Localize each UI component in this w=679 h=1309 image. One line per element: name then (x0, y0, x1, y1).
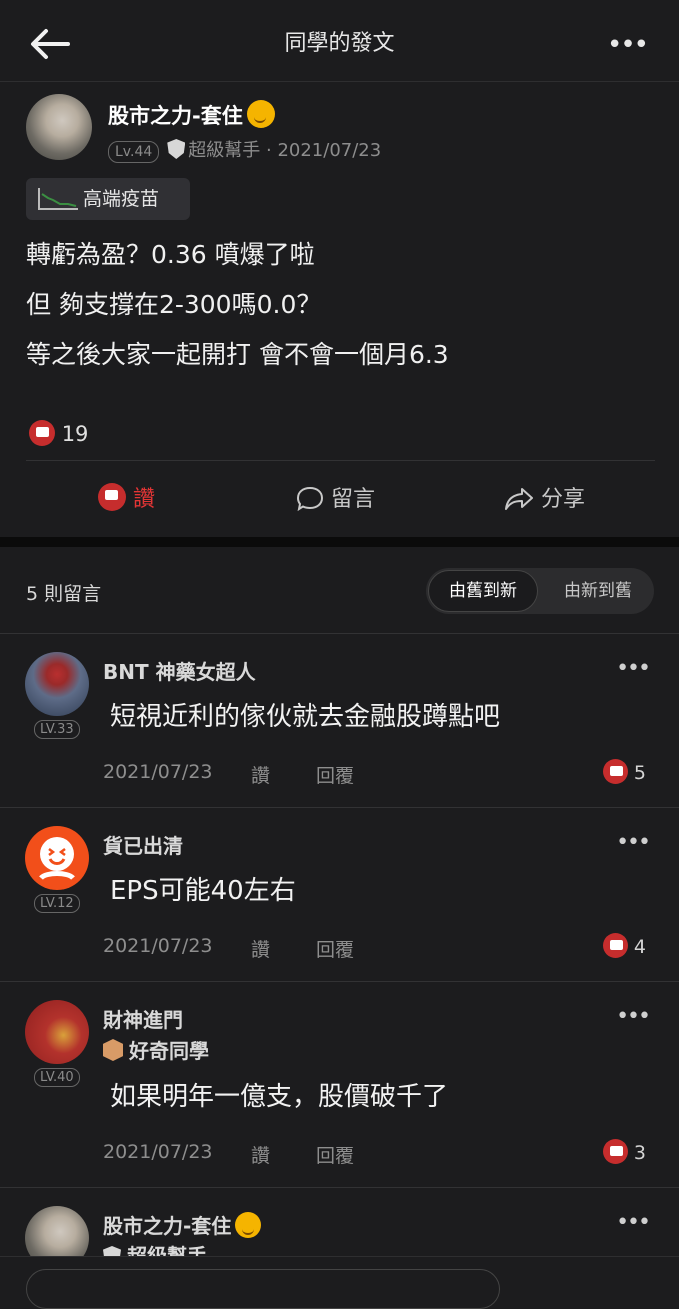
thumbs-up-icon (98, 483, 126, 511)
comment-like-count[interactable]: 5 (602, 759, 646, 784)
thumbs-up-icon (602, 759, 628, 784)
comment-date: 2021/07/23 (103, 1141, 213, 1163)
level-badge: Lv.44 (108, 141, 160, 163)
comment-input[interactable] (26, 1269, 500, 1309)
comment-more-icon[interactable]: ••• (616, 1004, 651, 1029)
post-author[interactable]: 股市之力-套住 (108, 100, 275, 130)
more-options-icon[interactable]: ••• (607, 30, 649, 60)
comment-date: 2021/07/23 (103, 935, 213, 957)
like-count[interactable]: 19 (29, 420, 88, 446)
comment-reply-button[interactable]: 回覆 (316, 761, 354, 788)
comment-button[interactable]: 留言 (296, 462, 375, 537)
commenter-badge: 超級幫手 (103, 1240, 207, 1256)
sort-newest-button[interactable]: 由新到舊 (548, 568, 648, 614)
comment-text: 如果明年一億支，股價破千了 (110, 1082, 449, 1112)
comment-like-button[interactable]: 讚 (251, 1141, 270, 1168)
comment-more-icon[interactable]: ••• (616, 830, 651, 855)
bottom-bar (0, 1256, 679, 1309)
author-avatar[interactable] (26, 94, 92, 160)
role-badge: 超級幫手 (188, 140, 261, 161)
sort-oldest-button[interactable]: 由舊到新 (428, 570, 538, 612)
share-button[interactable]: 分享 (504, 462, 585, 537)
section-separator (0, 537, 679, 547)
wink-emoji-icon (235, 1212, 262, 1238)
top-bar: 同學的發文 ••• (0, 0, 679, 82)
commenter-avatar[interactable] (25, 826, 89, 890)
commenter-name[interactable]: 貨已出清 (103, 830, 183, 859)
thumbs-up-icon (602, 1139, 628, 1164)
comment-date: 2021/07/23 (103, 761, 213, 783)
page-title: 同學的發文 (284, 31, 395, 56)
commenter-name[interactable]: 財神進門 (103, 1004, 183, 1033)
comment-more-icon[interactable]: ••• (616, 656, 651, 681)
comment-text: 短視近利的傢伙就去金融股蹲點吧 (110, 702, 501, 732)
post-line: 轉虧為盈？0.36 噴爆了啦 (26, 240, 315, 269)
hexagon-badge-icon (103, 1039, 123, 1061)
like-button[interactable]: 讚 (98, 462, 155, 537)
comment-more-icon[interactable]: ••• (616, 1210, 651, 1235)
smiley-face-icon (39, 837, 75, 880)
commenter-avatar[interactable] (25, 1206, 89, 1256)
comments-header: 5 則留言 由舊到新 由新到舊 (0, 547, 679, 634)
commenter-avatar[interactable] (25, 1000, 89, 1064)
comment-count: 5 則留言 (26, 583, 102, 605)
comment-reply-button[interactable]: 回覆 (316, 1141, 354, 1168)
post-date: · 2021/07/23 (266, 140, 382, 161)
divider (26, 460, 655, 461)
post-meta: Lv.44 超級幫手 · 2021/07/23 (108, 136, 381, 163)
comment-icon (296, 486, 324, 512)
post-actions: 讚 留言 分享 (0, 462, 679, 537)
post-line: 但 夠支撐在2-300嗎0.0？ (26, 290, 322, 319)
comment-like-button[interactable]: 讚 (251, 761, 270, 788)
comment-like-button[interactable]: 讚 (251, 935, 270, 962)
post: 股市之力-套住 Lv.44 超級幫手 · 2021/07/23 高端疫苗 轉虧為盈… (0, 82, 679, 537)
tag-label: 高端疫苗 (83, 188, 160, 210)
post-body: 轉虧為盈？0.36 噴爆了啦 但 夠支撐在2-300嗎0.0？ 等之後大家一起開… (26, 230, 449, 380)
comment-item: LV.12 貨已出清 ••• EPS可能40左右 2021/07/23 讚 回覆… (0, 808, 679, 982)
level-badge: LV.12 (34, 894, 80, 913)
sort-toggle: 由舊到新 由新到舊 (426, 568, 654, 614)
commenter-badge: 好奇同學 (103, 1035, 209, 1064)
comment-item: LV.33 BNT 神藥女超人 ••• 短視近利的傢伙就去金融股蹲點吧 2021… (0, 634, 679, 808)
post-line: 等之後大家一起開打 會不會一個月6.3 (26, 340, 449, 369)
wink-emoji-icon (246, 100, 275, 128)
shield-badge-icon (103, 1246, 121, 1256)
level-badge: LV.33 (34, 720, 80, 739)
comment-reply-button[interactable]: 回覆 (316, 935, 354, 962)
thumbs-up-icon (29, 420, 55, 446)
stock-chart-icon (38, 188, 78, 210)
comment-text: EPS可能40左右 (110, 876, 296, 906)
comment-item: 股市之力-套住 超級幫手 ••• (0, 1188, 679, 1256)
shield-badge-icon (167, 139, 186, 159)
commenter-avatar[interactable] (25, 652, 89, 716)
stock-tag[interactable]: 高端疫苗 (26, 178, 190, 220)
comment-item: LV.40 財神進門 好奇同學 ••• 如果明年一億支，股價破千了 2021/0… (0, 982, 679, 1188)
thumbs-up-icon (602, 933, 628, 958)
share-icon (505, 488, 533, 510)
comment-like-count[interactable]: 3 (602, 1139, 646, 1164)
level-badge: LV.40 (34, 1068, 80, 1087)
commenter-name[interactable]: 股市之力-套住 (103, 1210, 262, 1239)
commenter-name[interactable]: BNT 神藥女超人 (103, 656, 256, 685)
comment-like-count[interactable]: 4 (602, 933, 646, 958)
